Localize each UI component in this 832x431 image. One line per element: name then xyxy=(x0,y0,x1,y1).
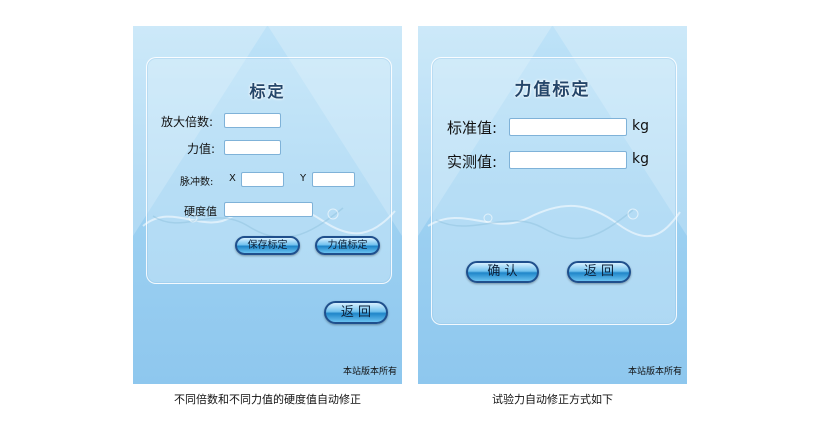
back-button[interactable]: 返 回 xyxy=(324,301,388,324)
force-calibration-button[interactable]: 力值标定 xyxy=(315,236,380,255)
save-calibration-button[interactable]: 保存标定 xyxy=(235,236,300,255)
copyright-text: 本站版本所有 xyxy=(627,367,682,377)
left-caption: 不同倍数和不同力值的硬度值自动修正 xyxy=(174,393,361,406)
pulse-x-input[interactable] xyxy=(241,172,284,187)
standard-value-label: 标准值: xyxy=(447,119,498,137)
right-caption: 试验力自动修正方式如下 xyxy=(492,393,613,406)
copyright-text: 本站版本所有 xyxy=(342,367,397,377)
confirm-button[interactable]: 确 认 xyxy=(466,261,539,283)
back-button[interactable]: 返 回 xyxy=(567,261,631,283)
standard-value-input[interactable] xyxy=(509,118,627,136)
force-calibration-screen: 力值标定 标准值: kg 实测值: kg 确 认 返 回 本站版本所有 xyxy=(418,26,687,384)
pulse-y-input[interactable] xyxy=(312,172,355,187)
pulse-y-label: Y xyxy=(300,173,307,184)
measured-value-label: 实测值: xyxy=(447,153,498,171)
page-title: 力值标定 xyxy=(514,80,591,100)
measured-value-input[interactable] xyxy=(509,151,627,169)
force-label: 力值: xyxy=(187,142,216,156)
calibration-screen: 标定 放大倍数: 力值: 脉冲数: X Y 硬度值 保存标定 力值标定 返 回 … xyxy=(133,26,402,384)
hardness-input[interactable] xyxy=(224,202,313,217)
hardness-label: 硬度值 xyxy=(184,205,217,218)
page-title: 标定 xyxy=(249,82,286,101)
pulse-label: 脉冲数: xyxy=(180,177,214,188)
force-input[interactable] xyxy=(224,140,281,155)
magnification-input[interactable] xyxy=(224,113,281,128)
pulse-x-label: X xyxy=(229,173,236,184)
magnification-label: 放大倍数: xyxy=(161,115,214,129)
measured-unit-label: kg xyxy=(632,151,649,167)
standard-unit-label: kg xyxy=(632,118,649,134)
swirl-ornament-icon xyxy=(427,204,681,240)
